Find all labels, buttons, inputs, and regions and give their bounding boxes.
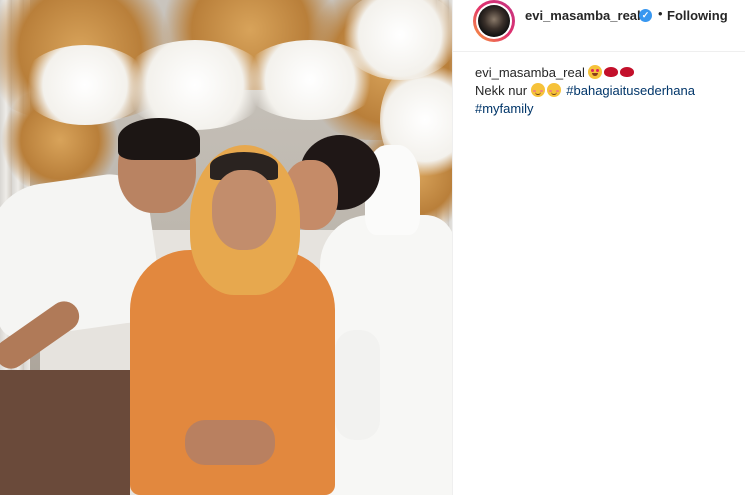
person-center-face (212, 170, 276, 250)
caption-text: Nekk nur (475, 83, 528, 98)
avatar-image (478, 5, 510, 37)
caption-line-2: Nekk nur #bahagiaitusederhana (475, 82, 740, 100)
verified-badge-icon: ✓ (639, 9, 652, 22)
blush-emoji-icon (530, 83, 545, 97)
hashtag-link[interactable]: #bahagiaitusederhana (566, 83, 695, 98)
lips-emoji-icon (620, 67, 635, 77)
caption-username[interactable]: evi_masamba_real (475, 65, 585, 80)
post-caption: evi_masamba_real Nekk nur #bahagiaitused… (475, 64, 740, 118)
person-right-arm (335, 330, 380, 440)
person-left-hair (118, 118, 200, 160)
person-center-hands (185, 420, 275, 465)
post-header: evi_masamba_real ✓ • Following (453, 0, 745, 52)
avatar[interactable] (473, 0, 515, 42)
following-button[interactable]: Following (667, 8, 728, 23)
hashtag-link[interactable]: #myfamily (475, 101, 534, 116)
heart-eyes-emoji-icon (588, 65, 603, 79)
blush-emoji-icon (546, 83, 561, 97)
lips-emoji-icon (604, 67, 619, 77)
person-left-legs (0, 370, 130, 495)
header-username[interactable]: evi_masamba_real (525, 8, 641, 23)
caption-line-3: #myfamily (475, 100, 740, 118)
post-photo[interactable] (0, 0, 452, 495)
header-separator: • (658, 6, 663, 21)
caption-line-1: evi_masamba_real (475, 64, 740, 82)
post-sidebar: evi_masamba_real ✓ • Following evi_masam… (452, 0, 745, 495)
